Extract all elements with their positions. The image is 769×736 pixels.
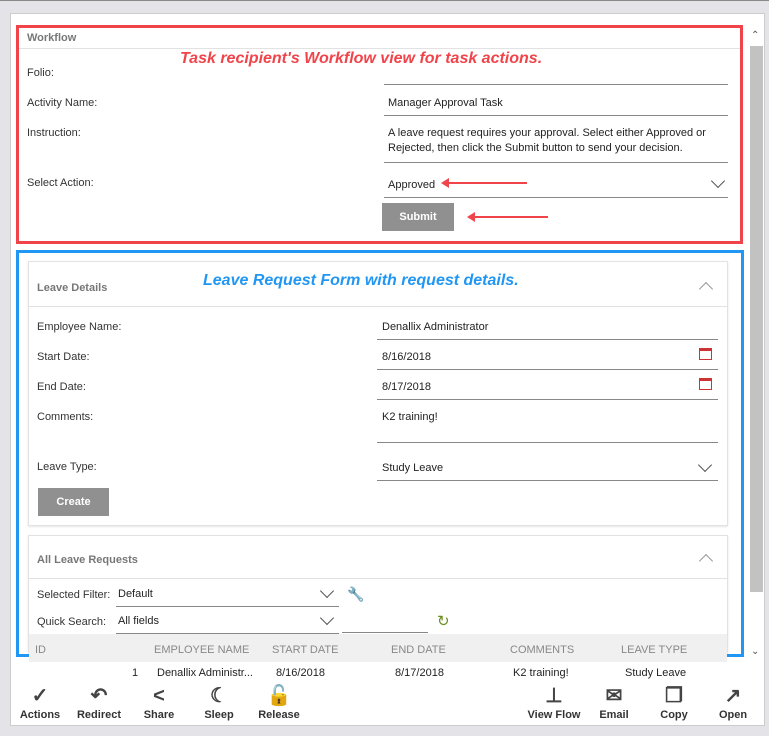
- leave-section: Leave Details Leave Request Form with re…: [16, 250, 744, 679]
- cell-start-date: 8/16/2018: [276, 667, 325, 679]
- select-action-label: Select Action:: [27, 177, 94, 189]
- column-comments[interactable]: COMMENTS: [510, 644, 574, 656]
- arrow-head-icon: [441, 178, 449, 188]
- cell-leave-type: Study Leave: [625, 667, 687, 679]
- activity-name-label: Activity Name:: [27, 97, 98, 109]
- leave-type-dropdown[interactable]: Study Leave: [377, 462, 718, 481]
- check-x-icon: ✓: [31, 685, 49, 707]
- cell-end-date: 8/17/2018: [395, 667, 444, 679]
- leave-type-label: Leave Type:: [37, 461, 97, 473]
- all-leave-requests-title: All Leave Requests: [37, 554, 138, 566]
- all-leave-requests-card: All Leave Requests Selected Filter: Defa…: [28, 535, 728, 679]
- actions-label: Actions: [19, 709, 61, 721]
- comments-label: Comments:: [37, 411, 94, 423]
- release-button[interactable]: 🔓 Release: [249, 683, 309, 721]
- column-id[interactable]: ID: [35, 644, 46, 656]
- selected-filter-label: Selected Filter:: [37, 589, 111, 601]
- open-icon: ↗: [724, 685, 742, 707]
- arrow-icon: [447, 182, 527, 184]
- collapse-icon[interactable]: [698, 281, 714, 297]
- instruction-label: Instruction:: [27, 127, 81, 139]
- open-label: Open: [718, 709, 748, 721]
- cell-employee-name: Denallix Administr...: [157, 667, 253, 679]
- divider: [29, 306, 727, 307]
- start-date-field[interactable]: 8/16/2018: [377, 351, 718, 370]
- instruction-field: A leave request requires your approval. …: [384, 126, 728, 163]
- flow-icon: ⊥: [545, 685, 563, 707]
- create-button[interactable]: Create: [38, 488, 109, 516]
- leave-details-title: Leave Details: [37, 282, 108, 294]
- divider: [29, 578, 727, 579]
- unlock-icon: 🔓: [266, 685, 292, 707]
- quick-search-input[interactable]: [342, 615, 428, 633]
- sleep-button[interactable]: ☾ Sleep: [189, 683, 249, 721]
- copy-button[interactable]: ❐ Copy: [644, 683, 704, 721]
- arrow-icon: [473, 216, 548, 218]
- email-icon: ✉: [605, 685, 623, 707]
- leave-annotation: Leave Request Form with request details.: [203, 272, 519, 289]
- employee-name-field[interactable]: Denallix Administrator: [377, 321, 718, 340]
- folio-label: Folio:: [27, 67, 54, 79]
- wrench-icon[interactable]: 🔧: [347, 586, 364, 603]
- end-date-label: End Date:: [37, 381, 86, 393]
- email-button[interactable]: ✉ Email: [584, 683, 644, 721]
- scroll-down-icon[interactable]: ⌄: [751, 646, 759, 657]
- copy-label: Copy: [660, 709, 688, 721]
- redirect-label: Redirect: [76, 709, 122, 721]
- select-action-dropdown[interactable]: Approved: [384, 179, 728, 198]
- scrollbar-thumb[interactable]: [750, 46, 763, 592]
- comments-field[interactable]: K2 training!: [377, 411, 718, 443]
- column-end-date[interactable]: END DATE: [391, 644, 446, 656]
- copy-icon: ❐: [665, 685, 683, 707]
- open-button[interactable]: ↗ Open: [703, 683, 763, 721]
- column-start-date[interactable]: START DATE: [272, 644, 338, 656]
- email-label: Email: [599, 709, 629, 721]
- cell-id: 1: [132, 667, 139, 679]
- end-date-field[interactable]: 8/17/2018: [377, 381, 718, 400]
- workflow-annotation: Task recipient's Workflow view for task …: [180, 50, 543, 67]
- actions-button[interactable]: ✓ Actions: [10, 683, 70, 721]
- scroll-up-icon[interactable]: ⌃: [751, 30, 759, 41]
- activity-name-field: Manager Approval Task: [384, 97, 728, 116]
- collapse-icon[interactable]: [698, 553, 714, 569]
- redirect-button[interactable]: ↶ Redirect: [69, 683, 129, 721]
- column-employee-name[interactable]: EMPLOYEE NAME: [154, 644, 249, 656]
- view-flow-button[interactable]: ⊥ View Flow: [524, 683, 584, 721]
- requests-table: ID EMPLOYEE NAME START DATE END DATE COM…: [29, 634, 727, 682]
- filter-dropdown[interactable]: Default: [116, 588, 339, 607]
- share-label: Share: [143, 709, 175, 721]
- start-date-label: Start Date:: [37, 351, 90, 363]
- share-icon: <: [153, 685, 165, 707]
- arrow-head-icon: [467, 212, 475, 222]
- redirect-icon: ↶: [90, 685, 108, 707]
- moon-icon: ☾: [210, 685, 228, 707]
- search-field-dropdown[interactable]: All fields: [116, 615, 339, 634]
- refresh-icon[interactable]: ↻: [437, 612, 450, 630]
- workflow-section: Workflow Task recipient's Workflow view …: [16, 25, 743, 244]
- divider: [19, 48, 740, 49]
- column-leave-type[interactable]: LEAVE TYPE: [621, 644, 687, 656]
- calendar-icon[interactable]: [699, 348, 712, 360]
- quick-search-label: Quick Search:: [37, 616, 107, 628]
- folio-field[interactable]: [384, 68, 728, 85]
- submit-button[interactable]: Submit: [382, 203, 454, 231]
- cell-comments: K2 training!: [513, 667, 569, 679]
- leave-details-card: Leave Details Leave Request Form with re…: [28, 261, 728, 526]
- view-flow-label: View Flow: [527, 709, 581, 721]
- release-label: Release: [258, 709, 300, 721]
- sleep-label: Sleep: [204, 709, 234, 721]
- share-button[interactable]: < Share: [129, 683, 189, 721]
- workflow-title: Workflow: [27, 32, 77, 44]
- calendar-icon[interactable]: [699, 378, 712, 390]
- top-border: [0, 0, 769, 1]
- employee-name-label: Employee Name:: [37, 321, 122, 333]
